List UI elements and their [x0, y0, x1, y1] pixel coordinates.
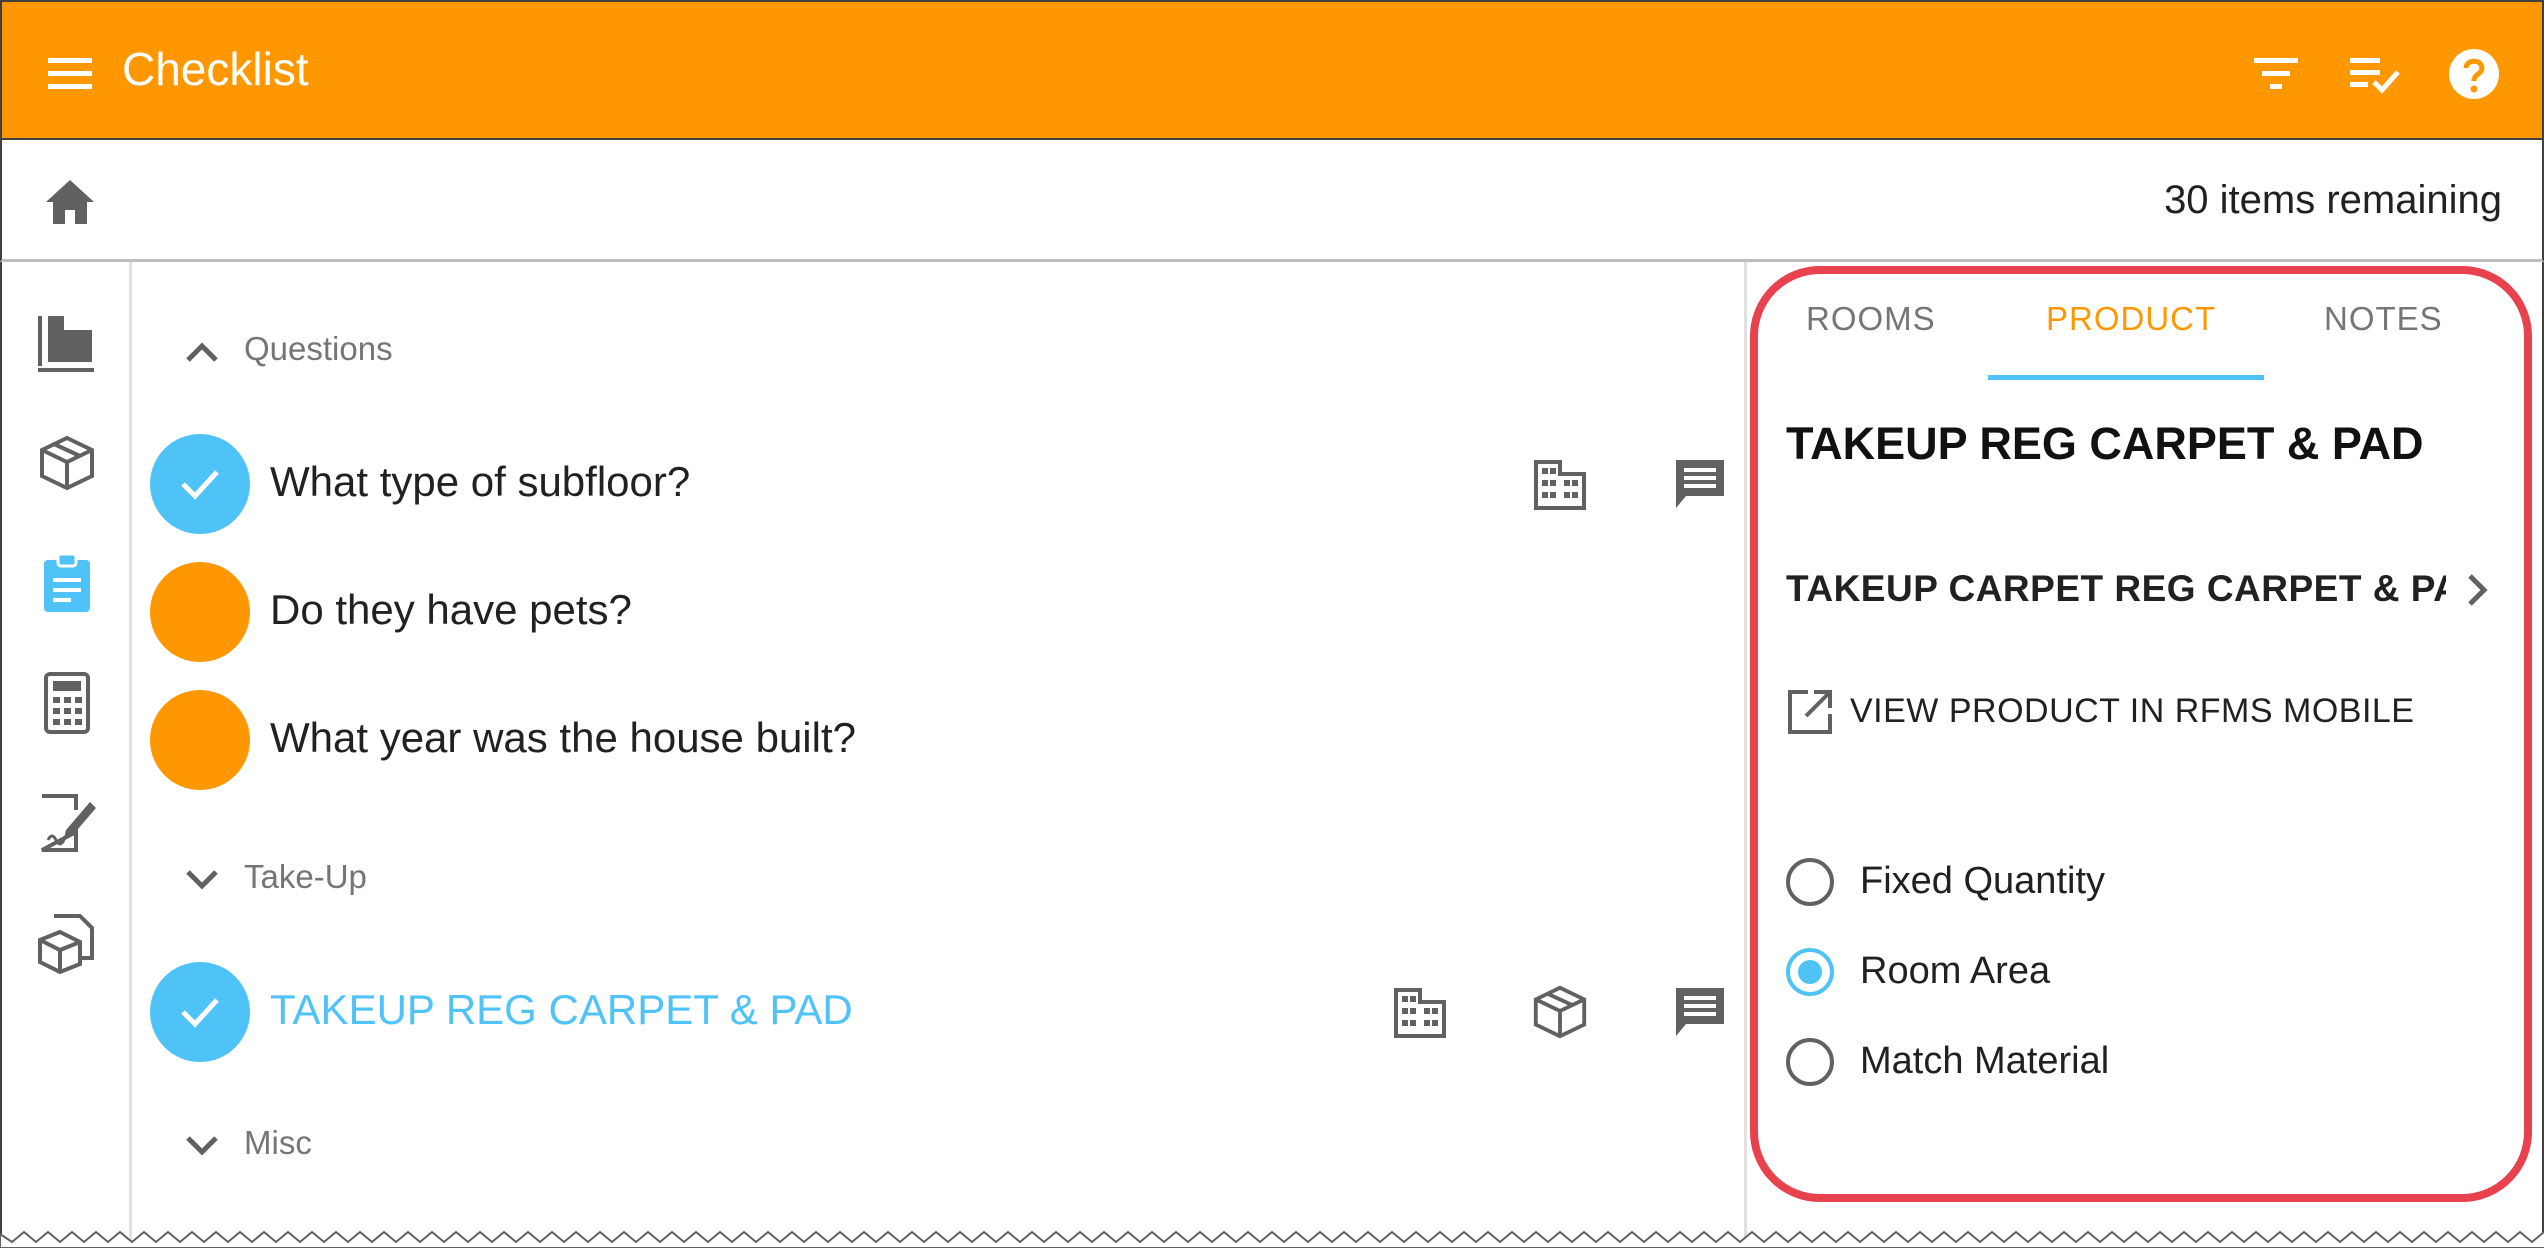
chevron-down-icon: [182, 864, 222, 894]
chevron-down-icon: [182, 1130, 222, 1160]
takeup-item-label[interactable]: TAKEUP REG CARPET & PAD: [270, 986, 853, 1034]
floorplan-icon[interactable]: [36, 312, 98, 374]
radio-label: Room Area: [1860, 950, 2051, 992]
section-takeup-label: Take-Up: [244, 858, 367, 895]
comment-icon[interactable]: [1670, 454, 1730, 514]
radio-button[interactable]: [1786, 858, 1834, 906]
list-item: What type of subfloor?: [150, 434, 1724, 534]
app-window: Checklist 30 items remaining Questions W…: [0, 0, 2544, 1248]
product-title: TAKEUP REG CARPET & PAD: [1786, 418, 2424, 469]
filter-icon[interactable]: [2248, 46, 2304, 102]
chevron-right-icon[interactable]: [2462, 572, 2492, 608]
list-item: What year was the house built?: [150, 690, 1710, 790]
view-product-label: VIEW PRODUCT IN RFMS MOBILE: [1850, 692, 2415, 730]
product-box-icon[interactable]: [1530, 982, 1590, 1042]
tab-product[interactable]: PRODUCT: [2046, 300, 2216, 338]
section-misc-header[interactable]: Misc: [182, 1124, 312, 1162]
app-bar: Checklist: [0, 0, 2544, 140]
building-icon[interactable]: [1390, 982, 1450, 1042]
documents-icon[interactable]: [36, 912, 98, 975]
panel-tabs: ROOMS PRODUCT NOTES: [1756, 290, 2516, 380]
question-label[interactable]: What type of subfloor?: [270, 458, 690, 506]
checklist-main: Questions What type of subfloor? Do they…: [132, 262, 1744, 1248]
status-todo-button[interactable]: [150, 690, 250, 790]
question-label[interactable]: What year was the house built?: [270, 714, 856, 762]
breadcrumb: 30 items remaining: [0, 140, 2544, 262]
radio-match-material[interactable]: Match Material: [1786, 1038, 2386, 1094]
tab-notes[interactable]: NOTES: [2324, 300, 2443, 338]
signature-icon[interactable]: [36, 792, 98, 854]
comment-icon[interactable]: [1670, 982, 1730, 1042]
status-todo-button[interactable]: [150, 562, 250, 662]
help-icon[interactable]: [2446, 46, 2502, 102]
list-item: TAKEUP REG CARPET & PAD: [150, 962, 1724, 1062]
clipboard-icon[interactable]: [36, 552, 98, 614]
menu-icon[interactable]: [42, 48, 98, 98]
items-remaining-count: 30 items remaining: [2164, 178, 2502, 222]
radio-label: Fixed Quantity: [1860, 860, 2105, 902]
product-subtitle-link[interactable]: TAKEUP CARPET REG CARPET & PAD: [1786, 568, 2446, 610]
left-rail: [0, 262, 132, 1248]
open-in-new-icon: [1786, 688, 1834, 736]
product-box-icon[interactable]: [36, 432, 98, 494]
section-questions-header[interactable]: Questions: [182, 330, 393, 368]
page-title: Checklist: [122, 43, 309, 95]
calculator-icon[interactable]: [36, 672, 98, 734]
chevron-up-icon: [182, 336, 222, 366]
question-label[interactable]: Do they have pets?: [270, 586, 632, 634]
list-item: Do they have pets?: [150, 562, 1710, 662]
checklist-icon[interactable]: [2346, 46, 2402, 102]
radio-fixed-quantity[interactable]: Fixed Quantity: [1786, 858, 2386, 914]
radio-room-area[interactable]: Room Area: [1786, 948, 2386, 1004]
radio-button-selected[interactable]: [1786, 948, 1834, 996]
section-misc-label: Misc: [244, 1124, 312, 1161]
torn-edge: [0, 1230, 2544, 1248]
status-done-button[interactable]: [150, 434, 250, 534]
home-icon[interactable]: [42, 174, 98, 230]
section-takeup-header[interactable]: Take-Up: [182, 858, 367, 896]
section-questions-label: Questions: [244, 330, 393, 367]
radio-label: Match Material: [1860, 1040, 2110, 1082]
active-tab-indicator: [1988, 375, 2264, 380]
status-done-button[interactable]: [150, 962, 250, 1062]
radio-button[interactable]: [1786, 1038, 1834, 1086]
product-panel: [1744, 262, 2544, 1248]
building-icon[interactable]: [1530, 454, 1590, 514]
tab-rooms[interactable]: ROOMS: [1806, 300, 1936, 338]
